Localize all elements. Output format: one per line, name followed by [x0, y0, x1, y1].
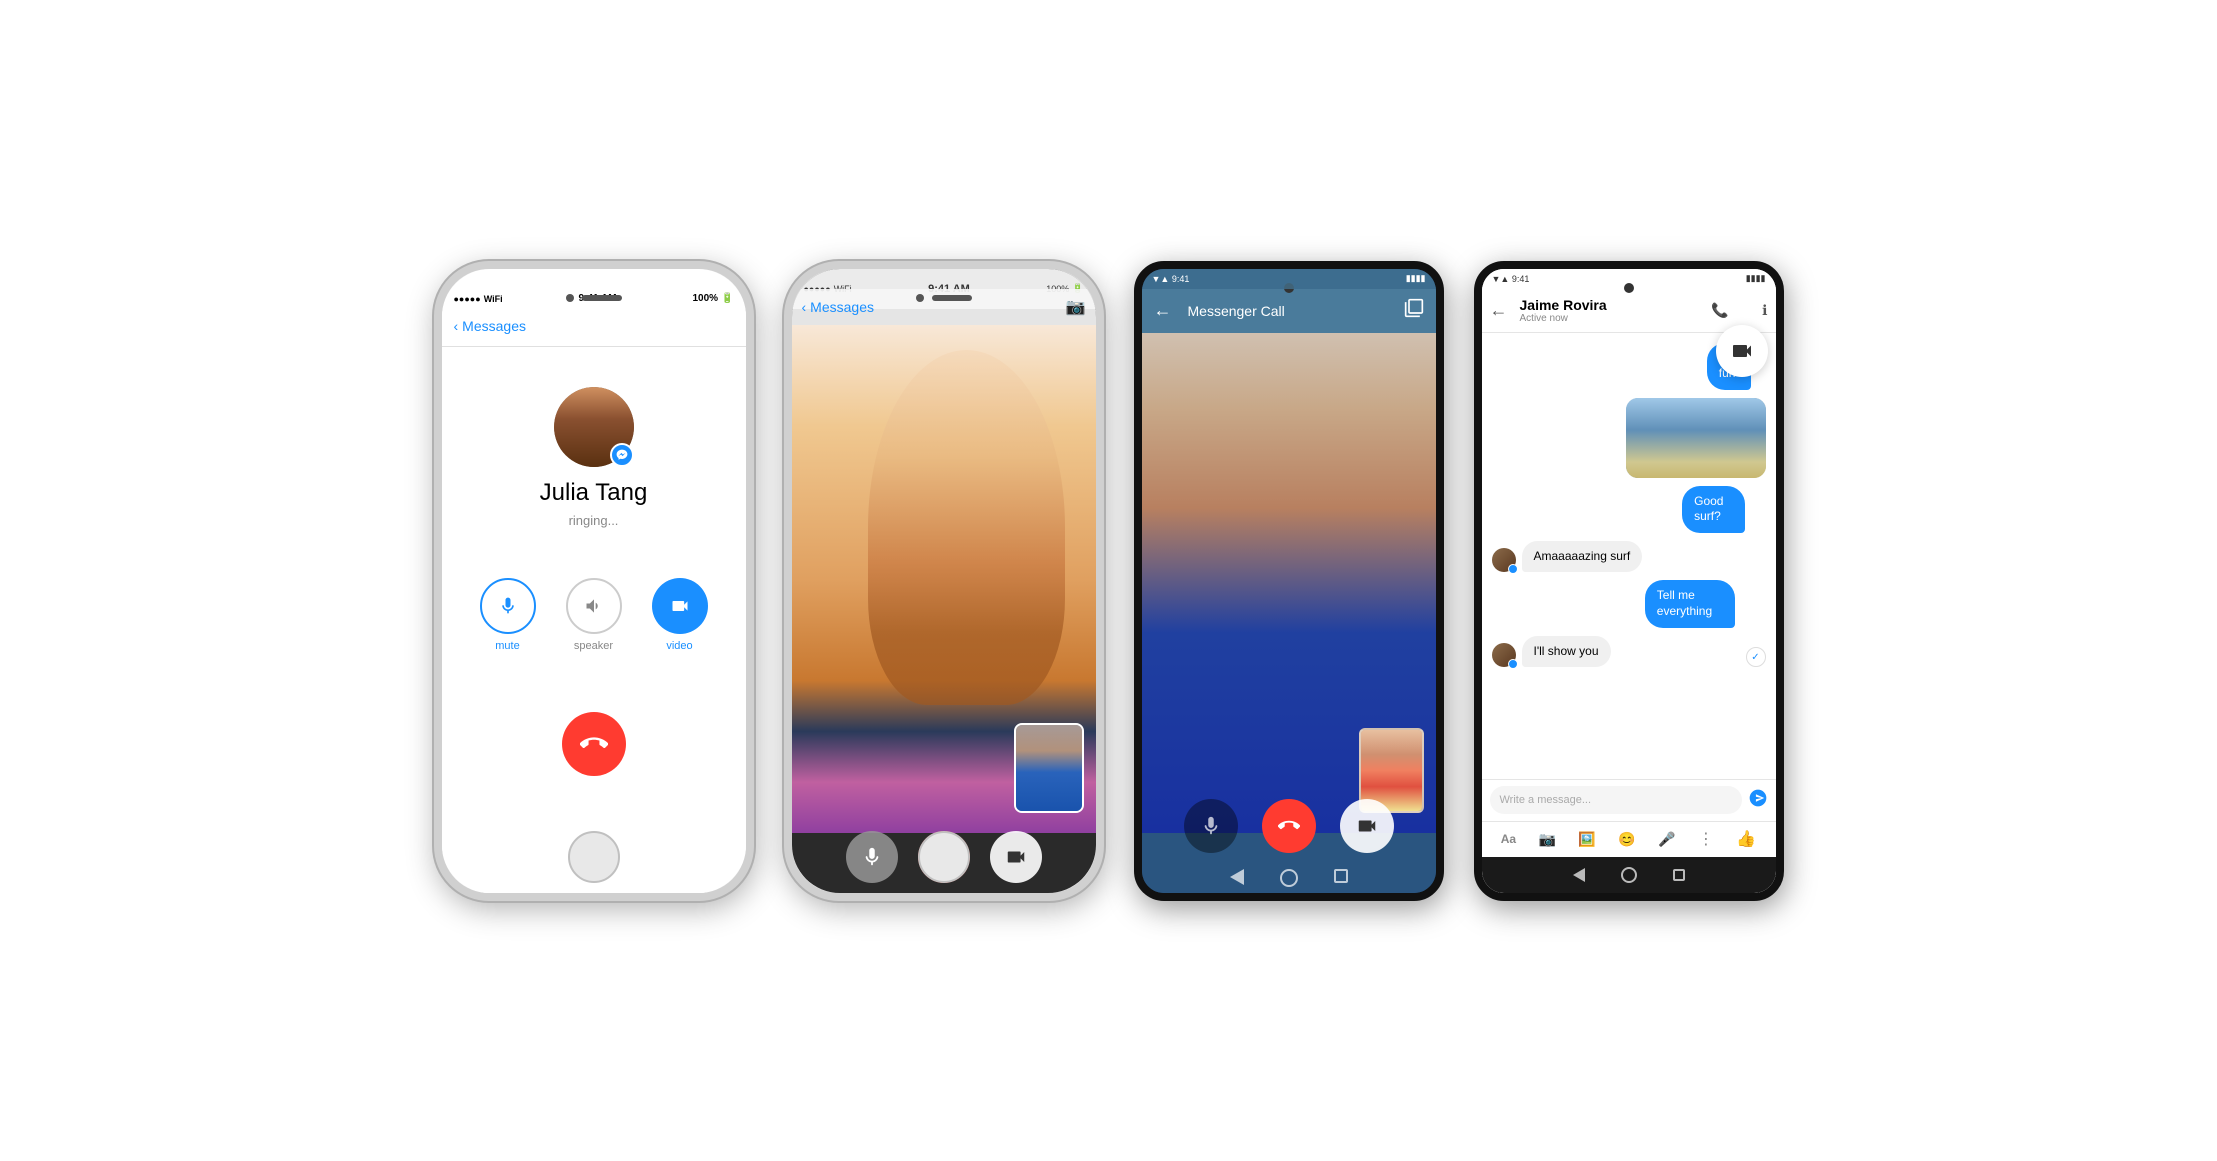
- caller-name: Julia Tang: [540, 479, 648, 507]
- p4-back-btn[interactable]: ←: [1490, 300, 1508, 321]
- p2-video-screen: ●●●●● WiFi 9:41 AM 100% 🔋 ‹ Messages 📷: [792, 269, 1096, 893]
- p3-back-btn[interactable]: ←: [1154, 300, 1172, 321]
- p3-controls: [1142, 799, 1436, 853]
- bubble-tell-me: Tell me everything: [1645, 580, 1736, 627]
- phones-container: ●●●●● WiFi 9:41 AM 100% 🔋 ‹ Messages: [394, 221, 1824, 941]
- toolbar-like[interactable]: 👍: [1736, 829, 1756, 849]
- msg-amazing: Amaaaaazing surf: [1492, 541, 1766, 573]
- input-placeholder: Write a message...: [1500, 794, 1592, 806]
- p3-info-icon[interactable]: [1404, 298, 1424, 323]
- android3-home-btn[interactable]: [1280, 869, 1298, 887]
- video-label: video: [666, 640, 692, 652]
- chat-avatar-1: [1492, 548, 1516, 572]
- toolbar-image[interactable]: 🖼️: [1578, 831, 1595, 848]
- status-bar-3: ▼▲ 9:41 ▮▮▮▮: [1142, 269, 1436, 289]
- toolbar-mic[interactable]: 🎤: [1658, 831, 1675, 848]
- android4-back-btn[interactable]: [1573, 868, 1585, 882]
- video-circle: [652, 578, 708, 634]
- mute-label: mute: [495, 640, 519, 652]
- msg-badge-1: [1508, 564, 1518, 574]
- p4-toolbar: Aa 📷 🖼️ 😊 🎤 ⋮ 👍: [1482, 821, 1776, 857]
- chat-avatar-2: [1492, 643, 1516, 667]
- p3-top-bar: ← Messenger Call: [1142, 289, 1436, 333]
- msg-good-surf: Good surf?: [1682, 486, 1765, 533]
- toolbar-text[interactable]: Aa: [1501, 832, 1516, 846]
- speaker-label: speaker: [574, 640, 613, 652]
- iphone1-home-btn[interactable]: [568, 831, 620, 883]
- bubble-good-surf: Good surf?: [1682, 486, 1745, 533]
- msg-tell-me: Tell me everything: [1645, 580, 1766, 627]
- toolbar-more[interactable]: ⋮: [1698, 829, 1714, 849]
- iphone2-top: [792, 269, 1096, 319]
- android4-home-btn[interactable]: [1621, 867, 1637, 883]
- photo-bubble: [1626, 398, 1766, 478]
- p2-mute-btn[interactable]: [846, 831, 898, 883]
- p1-body: Julia Tang ringing... mute: [442, 347, 746, 893]
- p3-video-screen: ▼▲ 9:41 ▮▮▮▮ ← Messenger Call: [1142, 269, 1436, 893]
- video-btn[interactable]: video: [652, 578, 708, 652]
- p3-video-btn[interactable]: [1340, 799, 1394, 853]
- p3-title: Messenger Call: [1188, 303, 1396, 319]
- p4-info-icon[interactable]: ℹ: [1762, 302, 1767, 319]
- mute-circle: [480, 578, 536, 634]
- p4-header-icons: 📞 📹 ℹ: [1711, 302, 1767, 319]
- android3-recents-btn[interactable]: [1334, 869, 1348, 883]
- speaker-bar-2: [932, 295, 972, 301]
- contact-name: Jaime Rovira: [1520, 297, 1607, 313]
- android3-back-btn[interactable]: [1230, 869, 1244, 885]
- p4-android-nav: [1482, 857, 1776, 893]
- toolbar-emoji[interactable]: 😊: [1618, 831, 1635, 848]
- p4-phone-icon[interactable]: 📞: [1711, 302, 1728, 319]
- phone-3-android: ▼▲ 9:41 ▮▮▮▮ ← Messenger Call: [1134, 261, 1444, 901]
- android4-recents-btn[interactable]: [1673, 869, 1685, 881]
- msg-badge-2: [1508, 659, 1518, 669]
- speaker-bar: [582, 295, 622, 301]
- p2-pip: [1014, 723, 1084, 813]
- chevron-left-icon: ‹: [454, 318, 459, 334]
- msg-show-you: I'll show you ✓: [1492, 636, 1766, 668]
- phone-1-iphone: ●●●●● WiFi 9:41 AM 100% 🔋 ‹ Messages: [434, 261, 754, 901]
- call-controls: mute speaker: [480, 578, 708, 652]
- p3-end-call-btn[interactable]: [1262, 799, 1316, 853]
- message-input[interactable]: Write a message...: [1490, 786, 1742, 814]
- contact-info: Jaime Rovira Active now: [1520, 297, 1607, 324]
- call-status: ringing...: [569, 513, 619, 528]
- p3-android-nav: [1142, 869, 1436, 887]
- iphone2-home-btn[interactable]: [918, 831, 970, 883]
- bubble-amazing: Amaaaaazing surf: [1522, 541, 1643, 573]
- messenger-badge: [610, 443, 634, 467]
- seen-indicator: ✓: [1746, 647, 1766, 667]
- p2-video-btn[interactable]: [990, 831, 1042, 883]
- back-button-1[interactable]: ‹ Messages: [454, 318, 526, 334]
- contact-status: Active now: [1520, 313, 1607, 324]
- p3-mute-btn[interactable]: [1184, 799, 1238, 853]
- phone-2-iphone: ●●●●● WiFi 9:41 AM 100% 🔋 ‹ Messages 📷: [784, 261, 1104, 901]
- back-label-1: Messages: [462, 318, 526, 334]
- send-icon[interactable]: [1748, 788, 1768, 813]
- speaker-circle: [566, 578, 622, 634]
- p4-chat-area: So fun Good surf? Am: [1482, 333, 1776, 779]
- bubble-show-you: I'll show you: [1522, 636, 1611, 668]
- p4-screen: ▼▲ 9:41 ▮▮▮▮ ← Jaime Rovira Active now 📞…: [1482, 269, 1776, 893]
- p4-video-fab[interactable]: [1716, 325, 1768, 377]
- android4-camera: [1624, 283, 1634, 293]
- camera-dot-2: [916, 294, 924, 302]
- caller-avatar-container: [554, 387, 634, 467]
- p4-input-bar: Write a message...: [1482, 779, 1776, 821]
- toolbar-camera[interactable]: 📷: [1538, 831, 1555, 848]
- iphone1-top: [442, 269, 746, 319]
- speaker-btn[interactable]: speaker: [566, 578, 622, 652]
- end-call-button[interactable]: [562, 712, 626, 776]
- phone-4-android: ▼▲ 9:41 ▮▮▮▮ ← Jaime Rovira Active now 📞…: [1474, 261, 1784, 901]
- camera-dot: [566, 294, 574, 302]
- mute-btn[interactable]: mute: [480, 578, 536, 652]
